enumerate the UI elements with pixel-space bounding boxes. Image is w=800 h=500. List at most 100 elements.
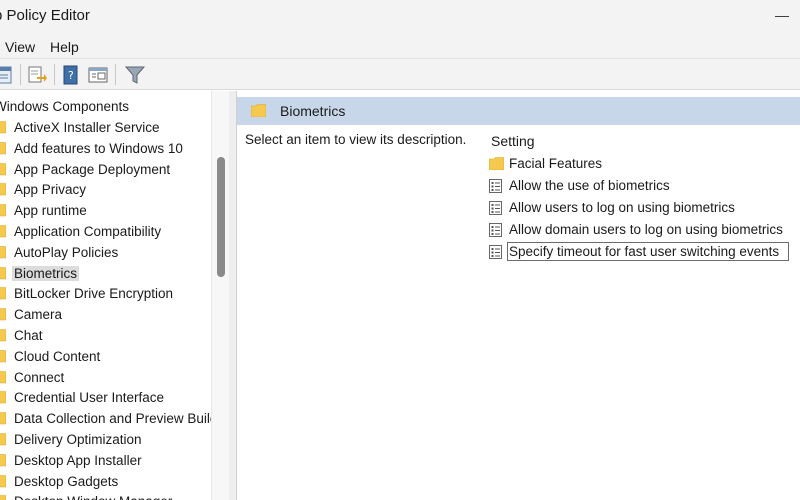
tree-root-label: Windows Components [0, 99, 130, 114]
tree-item[interactable]: AutoPlay Policies [0, 243, 211, 263]
tree-item-label: Desktop App Installer [14, 452, 142, 468]
folder-icon [0, 141, 7, 155]
policy-setting-icon [489, 201, 503, 215]
tree-item-label: Cloud Content [14, 348, 101, 364]
tree-item[interactable]: App Privacy [0, 180, 211, 200]
folder-icon [0, 370, 7, 384]
folder-icon [0, 474, 7, 488]
tree-item[interactable]: Biometrics [0, 264, 211, 284]
tree-scrollbar[interactable] [211, 91, 229, 500]
pane-splitter[interactable] [229, 91, 236, 500]
folder-icon [0, 287, 7, 300]
tree-item[interactable]: BitLocker Drive Encryption [0, 284, 211, 304]
tree-item[interactable]: Application Compatibility [0, 222, 211, 242]
folder-icon [0, 162, 7, 176]
folder-icon [0, 308, 7, 321]
tree-item-label: Add features to Windows 10 [14, 140, 183, 156]
tree-item-label: Desktop Window Manager [14, 494, 172, 500]
setting-row[interactable]: Allow the use of biometrics [487, 176, 800, 196]
tree-item[interactable]: Cloud Content [0, 347, 211, 367]
folder-icon [488, 157, 505, 171]
folder-icon [0, 412, 7, 425]
tree-item[interactable]: App Package Deployment [0, 160, 211, 180]
folder-icon [0, 266, 7, 280]
folder-icon [0, 245, 7, 259]
tree-item-label: ActiveX Installer Service [14, 120, 160, 135]
window-title: p Policy Editor [0, 7, 90, 24]
folder-icon [0, 453, 7, 467]
category-tree: Windows Components ActiveX Installer Ser… [0, 91, 211, 500]
setting-row[interactable]: Allow users to log on using biometrics [487, 198, 800, 218]
tree-item-label: BitLocker Drive Encryption [14, 286, 174, 302]
setting-row[interactable]: Specify timeout for fast user switching … [487, 242, 800, 262]
setting-folder-row[interactable]: Facial Features [487, 154, 800, 174]
tree-item[interactable]: Desktop Gadgets [0, 472, 211, 492]
tree-item[interactable]: Connect [0, 368, 211, 388]
back-icon[interactable] [0, 64, 16, 86]
help-book-icon[interactable]: ? [60, 64, 82, 86]
tree-item-label: App runtime [14, 203, 87, 219]
menu-bar: View Help [0, 33, 800, 59]
tree-item-label: Delivery Optimization [14, 432, 142, 447]
export-icon[interactable] [26, 64, 48, 86]
tree-item-label: Desktop Gadgets [14, 473, 119, 489]
tree-item[interactable]: App runtime [0, 201, 211, 221]
filter-icon[interactable] [124, 64, 146, 86]
folder-icon [0, 495, 7, 500]
details-pane: Biometrics Select an item to view its de… [236, 91, 800, 500]
policy-setting-icon [489, 179, 503, 193]
menu-help[interactable]: Help [50, 39, 79, 55]
properties-icon[interactable] [87, 64, 109, 86]
tree-item[interactable]: Data Collection and Preview Builds [0, 409, 211, 429]
tree-item[interactable]: Credential User Interface [0, 388, 211, 408]
setting-row[interactable]: Allow domain users to log on using biome… [487, 220, 800, 240]
folder-icon [0, 183, 7, 196]
svg-text:?: ? [68, 69, 74, 82]
policy-setting-icon [489, 223, 503, 237]
details-header-title: Biometrics [280, 103, 346, 119]
tree-item-label: App Privacy [14, 182, 87, 198]
tree-item[interactable]: Desktop App Installer [0, 451, 211, 471]
menu-view[interactable]: View [5, 39, 35, 55]
tree-item-label: Application Compatibility [14, 224, 162, 239]
setting-label: Specify timeout for fast user switching … [506, 242, 790, 261]
title-bar: p Policy Editor — [0, 0, 800, 33]
tree-item-label: Biometrics [12, 265, 80, 281]
folder-icon [0, 121, 7, 134]
setting-column-header[interactable]: Setting [491, 133, 535, 149]
toolbar-separator [20, 64, 21, 85]
folder-icon [0, 225, 7, 238]
toolbar-separator [54, 64, 55, 85]
tree-item[interactable]: Chat [0, 326, 211, 346]
folder-icon [0, 204, 7, 217]
tree-item[interactable]: ActiveX Installer Service [0, 118, 211, 138]
folder-icon [251, 104, 266, 117]
tree-item[interactable]: Desktop Window Manager [0, 492, 211, 500]
folder-icon [0, 433, 7, 446]
toolbar-separator [115, 64, 116, 85]
tree-item[interactable]: Camera [0, 305, 211, 325]
details-body: Select an item to view its description. … [237, 125, 800, 500]
tree-item-label: App Package Deployment [14, 161, 171, 177]
tree-item-label: AutoPlay Policies [14, 244, 119, 260]
minimize-button[interactable]: — [775, 8, 789, 22]
details-header: Biometrics [237, 97, 800, 125]
folder-icon [0, 349, 7, 363]
policy-setting-icon [489, 245, 503, 259]
folder-icon [0, 391, 7, 404]
tree-item-label: Data Collection and Preview Builds [14, 411, 211, 427]
setting-label: Allow users to log on using biometrics [509, 200, 735, 215]
tree-item-label: Chat [14, 328, 43, 343]
scrollbar-thumb[interactable] [217, 157, 225, 277]
setting-label: Allow domain users to log on using biome… [509, 222, 783, 237]
tree-item-label: Camera [14, 307, 63, 323]
setting-label: Facial Features [509, 156, 603, 171]
description-text: Select an item to view its description. [245, 132, 467, 147]
folder-icon [0, 329, 7, 342]
tree-item-label: Credential User Interface [14, 390, 165, 406]
tree-item[interactable]: Add features to Windows 10 [0, 139, 211, 159]
tree-item[interactable]: Delivery Optimization [0, 430, 211, 450]
toolbar: ? [0, 59, 800, 90]
setting-label: Allow the use of biometrics [509, 178, 670, 193]
tree-item-label: Connect [14, 369, 65, 385]
